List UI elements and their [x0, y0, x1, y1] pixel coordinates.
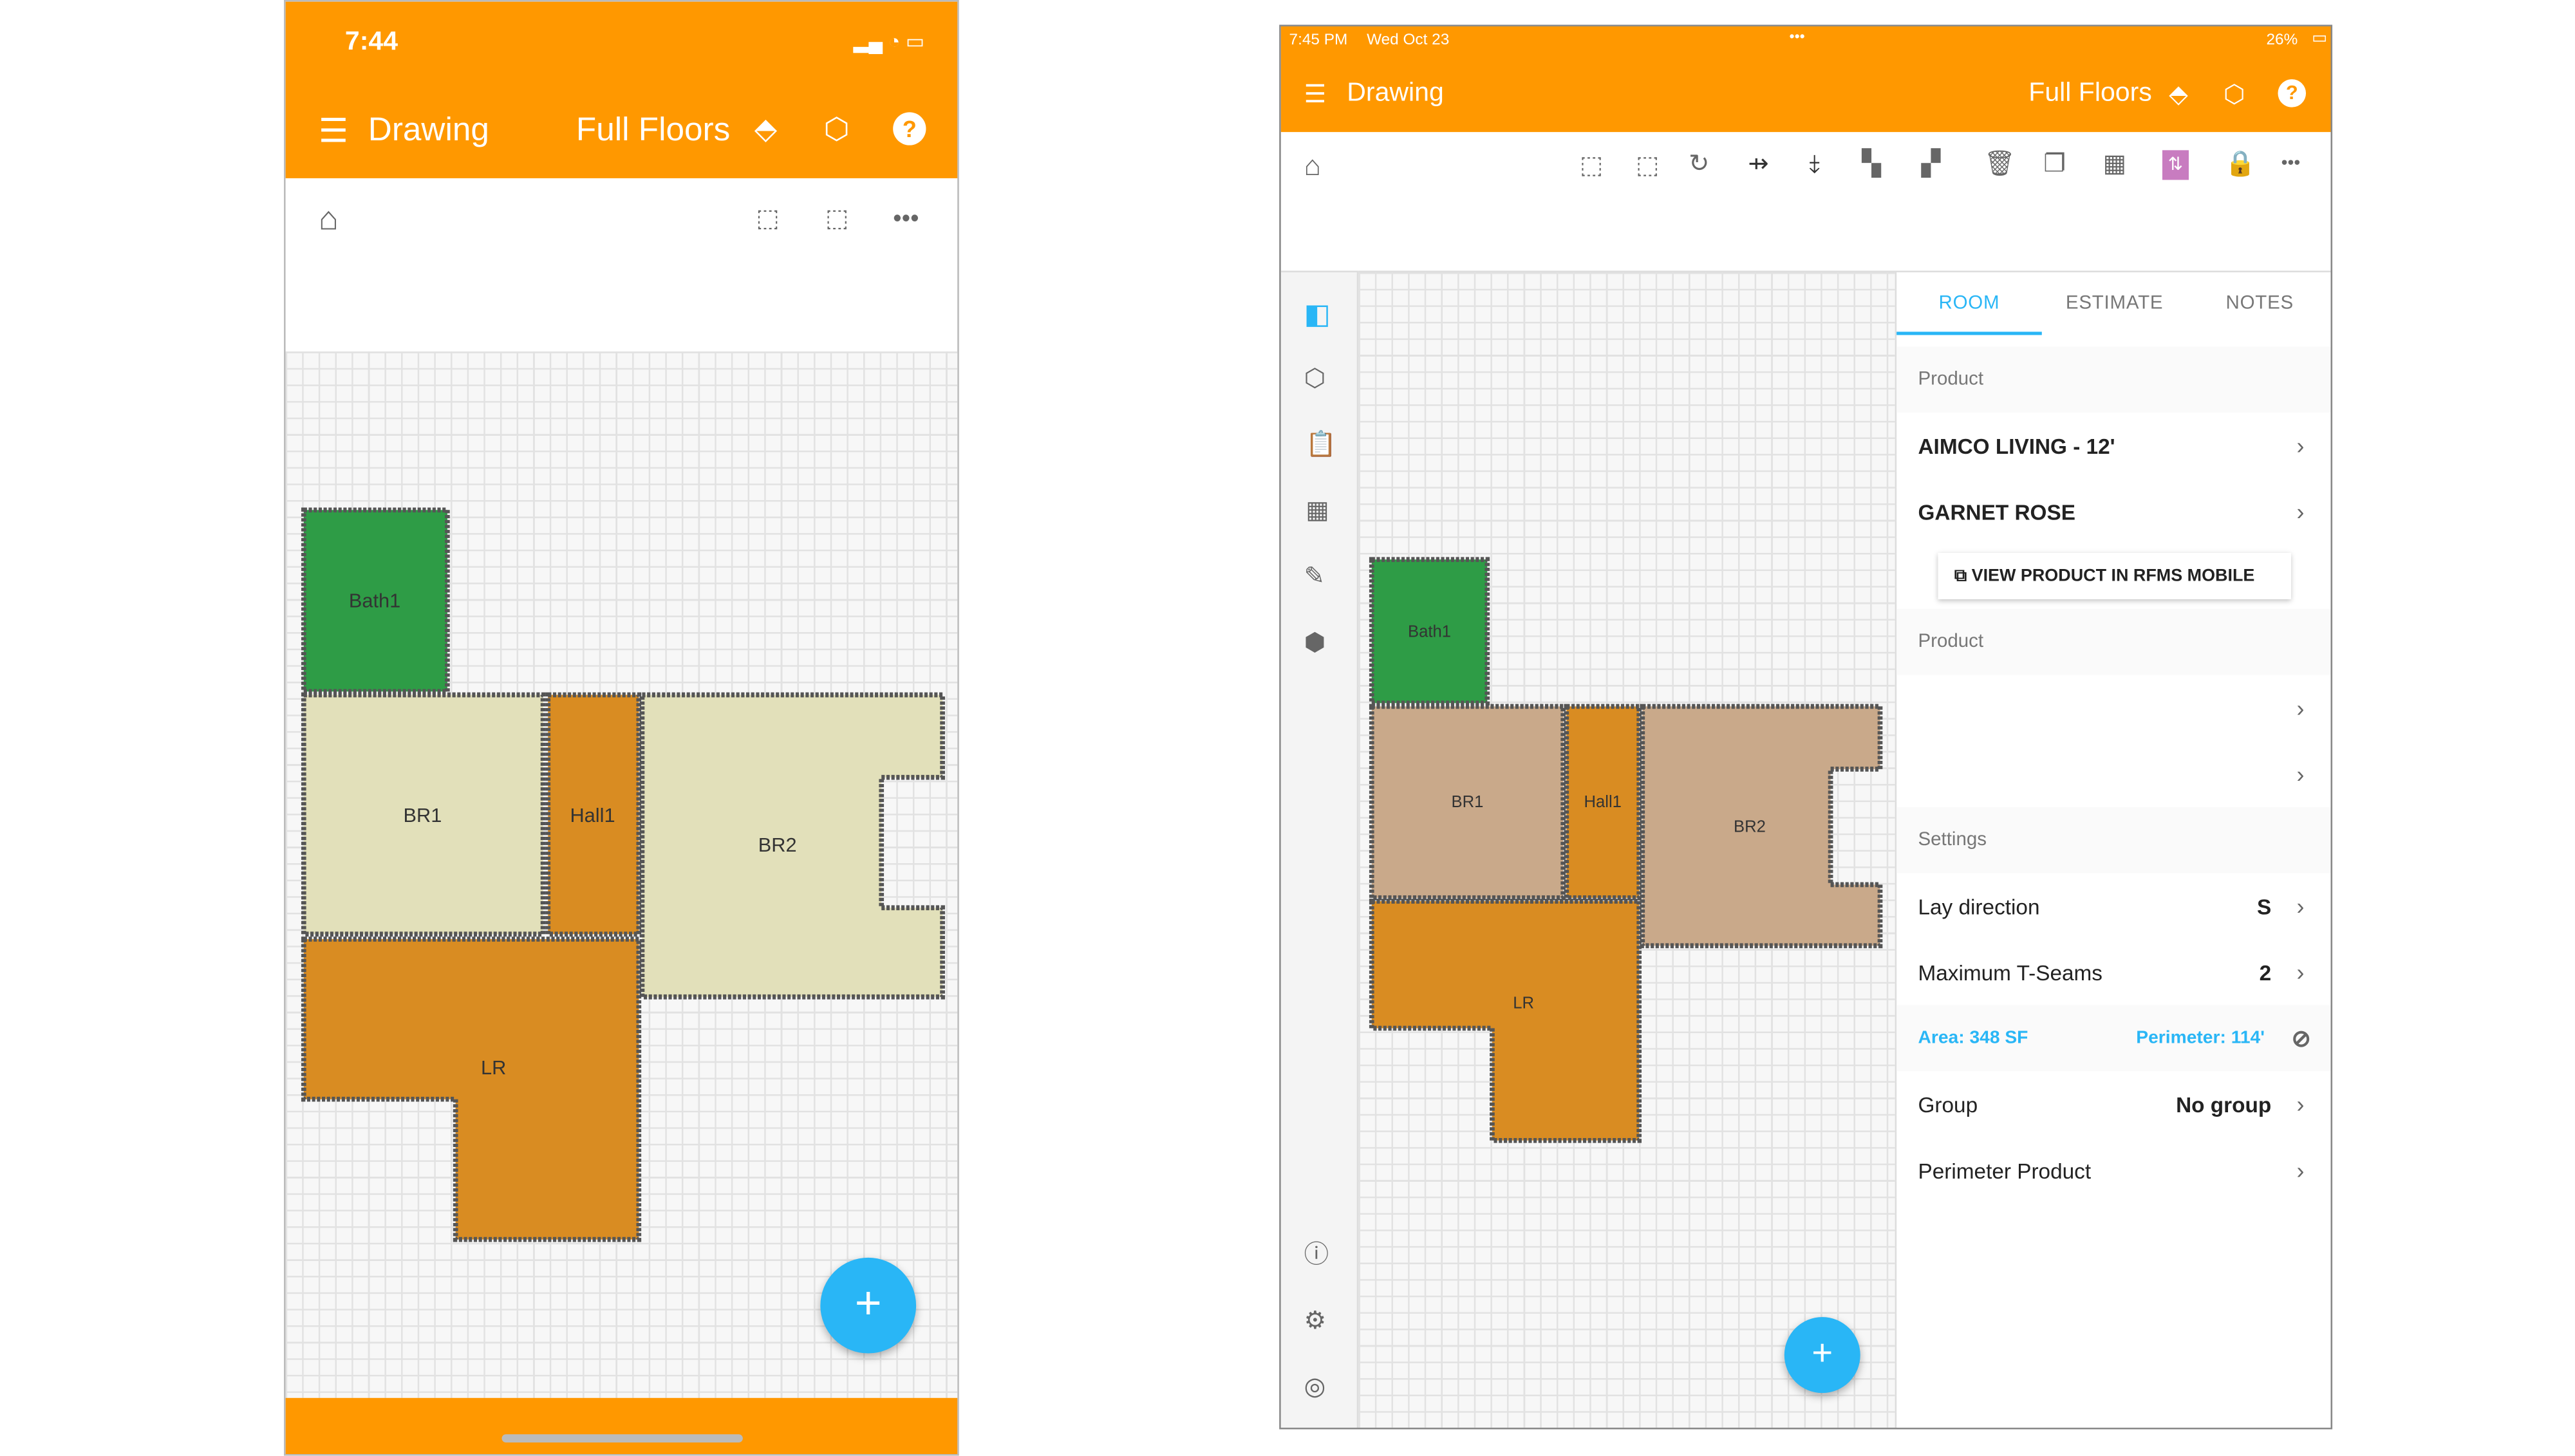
perimeter-product-row[interactable]: Perimeter Product ›: [1896, 1137, 2330, 1204]
room-panel: ROOM ESTIMATE NOTES Product AIMCO LIVING…: [1895, 270, 2331, 1428]
product-name: AIMCO LIVING - 12': [1918, 433, 2115, 458]
section-product-2: Product: [1896, 609, 2331, 675]
product-empty-row[interactable]: ›: [1896, 675, 2330, 742]
room-label: Hall1: [570, 804, 615, 826]
chevron-right-icon: ›: [2296, 432, 2305, 459]
more-icon[interactable]: •••: [2281, 154, 2301, 173]
tab-room[interactable]: ROOM: [1896, 272, 2042, 335]
tseams-label: Maximum T-Seams: [1918, 960, 2102, 985]
view-product-label: VIEW PRODUCT IN RFMS MOBILE: [1971, 566, 2255, 586]
section-settings: Settings: [1896, 807, 2331, 873]
product-color-row[interactable]: GARNET ROSE ›: [1896, 479, 2330, 545]
add-fab[interactable]: +: [1784, 1317, 1860, 1394]
area-label: Area:: [1918, 1028, 1965, 1049]
battery-percent: 26%: [2266, 31, 2298, 50]
chevron-right-icon: ›: [2296, 498, 2305, 525]
section-product: Product: [1896, 346, 2331, 413]
copy-icon[interactable]: ❐: [2043, 152, 2065, 176]
tseams-value: 2: [2259, 960, 2272, 985]
chevron-right-icon: ›: [2296, 1090, 2305, 1117]
view-product-button[interactable]: ⧉ VIEW PRODUCT IN RFMS MOBILE: [1938, 553, 2291, 599]
group-value: No group: [2176, 1092, 2272, 1117]
room-label: BR2: [1734, 817, 1766, 835]
measurements-row: Area: 348 SF Perimeter: 114' ⊘: [1896, 1005, 2331, 1072]
room-lr: [1369, 899, 1642, 1143]
add-fab[interactable]: +: [820, 1257, 917, 1354]
room-label: LR: [1513, 994, 1534, 1013]
chevron-right-icon: ›: [2296, 761, 2305, 788]
phone-bottom-bar: [285, 1397, 958, 1454]
brand-title: Full Floors: [2028, 79, 2152, 107]
room-label: Bath1: [349, 590, 400, 612]
battery-icon: ▭: [2312, 30, 2328, 48]
home-indicator[interactable]: [501, 1434, 743, 1443]
lay-direction-value: S: [2256, 893, 2272, 919]
room-label: LR: [481, 1056, 506, 1079]
perimeter-label: Perimeter:: [2136, 1028, 2226, 1049]
eye-off-icon[interactable]: ⊘: [2292, 1024, 2311, 1052]
area-value: 348 SF: [1969, 1028, 2028, 1049]
merge-icon[interactable]: ⇅: [2162, 150, 2189, 180]
chevron-right-icon: ›: [2296, 958, 2305, 985]
floor-plan[interactable]: Bath1 BR1 Hall1 BR2 LR: [286, 2, 959, 1456]
cube-icon[interactable]: ⬡: [2224, 79, 2245, 109]
delete-icon[interactable]: 🗑: [1984, 152, 2016, 176]
chevron-right-icon: ›: [2296, 1157, 2305, 1184]
group-row[interactable]: Group No group ›: [1896, 1071, 2330, 1137]
help-icon[interactable]: ?: [2278, 79, 2307, 107]
perimeter-value: 114': [2231, 1028, 2265, 1049]
samples-icon[interactable]: ⬘: [2169, 79, 2188, 109]
room-label: BR2: [758, 834, 797, 856]
room-label: Bath1: [1408, 623, 1451, 641]
external-link-icon: ⧉: [1954, 566, 1972, 586]
send-back-icon[interactable]: ▞: [1922, 152, 1941, 176]
lock-icon[interactable]: 🔒: [2225, 152, 2256, 176]
tablet-screen: 7:45 PM Wed Oct 23 ••• 26% ▭ ☰ Drawing F…: [1279, 24, 2333, 1430]
group-label: Group: [1918, 1092, 1978, 1117]
floor-plan[interactable]: Bath1 BR1 Hall1 BR2 LR: [1281, 26, 1895, 1429]
grid-icon[interactable]: ▦: [2103, 152, 2126, 176]
perimeter-product-label: Perimeter Product: [1918, 1157, 2092, 1183]
chevron-right-icon: ›: [2296, 893, 2305, 920]
room-label: BR1: [403, 804, 442, 826]
tseams-row[interactable]: Maximum T-Seams 2 ›: [1896, 939, 2330, 1005]
phone-screen: 7:44 ▂▄ ◔ ▭ ☰ Drawing Full Floors ⬘ ⬡ ? …: [284, 0, 959, 1456]
lay-direction-label: Lay direction: [1918, 893, 2040, 919]
room-lr: [301, 937, 642, 1242]
tab-notes[interactable]: NOTES: [2187, 272, 2330, 335]
product-name-row[interactable]: AIMCO LIVING - 12' ›: [1896, 413, 2330, 479]
product-empty-row[interactable]: ›: [1896, 741, 2330, 807]
product-color: GARNET ROSE: [1918, 499, 2075, 525]
lay-direction-row[interactable]: Lay direction S ›: [1896, 873, 2330, 939]
tab-estimate[interactable]: ESTIMATE: [2042, 272, 2187, 335]
room-label: Hall1: [1584, 793, 1622, 811]
room-label: BR1: [1452, 793, 1484, 811]
chevron-right-icon: ›: [2296, 695, 2305, 722]
